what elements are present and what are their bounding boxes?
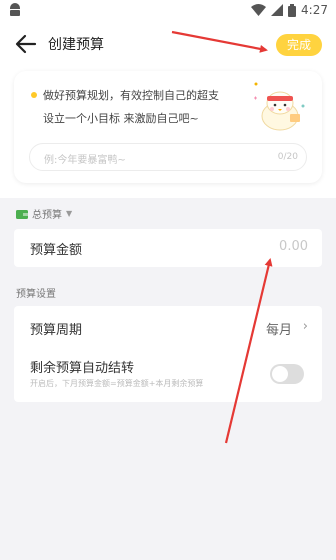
chevron-right-icon: › [302,319,308,334]
status-bar: 4:27 [0,0,336,20]
toggle-knob [272,366,288,382]
budget-amount-label: 预算金额 [30,243,83,258]
carryover-description: 开启后，下月预算金额=预算金额+本月剩余预算 [30,379,204,388]
total-budget-dropdown[interactable]: 总预算 ▼ [16,206,72,221]
budget-period-label: 预算周期 [30,323,83,338]
budget-period-value: 每月 [265,323,292,338]
back-arrow-icon[interactable] [14,32,38,56]
budget-period-row[interactable]: 预算周期 每月 › [14,306,322,350]
settings-card: 预算周期 每月 › 剩余预算自动结转 开启后，下月预算金额=预算金额+本月剩余预… [14,306,322,402]
page-title: 创建预算 [48,37,104,53]
goal-char-count: 0/20 [277,152,298,162]
wifi-icon [251,4,267,16]
caret-down-icon: ▼ [66,209,73,218]
battery-icon [288,3,297,17]
done-button[interactable]: 完成 [276,34,322,56]
intro-card: 做好预算规划，有效控制自己的超支 设立一个小目标 来激励自己吧~ 例:今年要暴富… [14,71,322,183]
signal-icon [271,4,284,16]
mascot-illustration [254,82,305,131]
carryover-toggle[interactable] [270,364,304,384]
tip-line-1: 做好预算规划，有效控制自己的超支 [43,89,219,102]
bullet-dot [31,92,37,98]
system-icons: 4:27 [251,3,328,17]
goal-placeholder: 例:今年要暴富鸭~ [44,155,126,166]
tip-line-2: 设立一个小目标 来激励自己吧~ [43,112,199,125]
total-budget-label: 总预算 [32,210,62,221]
app-header: 创建预算 完成 [0,20,336,68]
wallet-icon [16,209,28,219]
status-time: 4:27 [301,3,328,17]
settings-section-label: 预算设置 [16,289,56,300]
budget-amount-row[interactable]: 预算金额 0.00 [14,229,322,267]
goal-input[interactable]: 例:今年要暴富鸭~ 0/20 [29,143,307,171]
android-icon [10,3,20,16]
carryover-label: 剩余预算自动结转 [30,361,135,376]
budget-amount-input[interactable]: 0.00 [279,239,308,254]
